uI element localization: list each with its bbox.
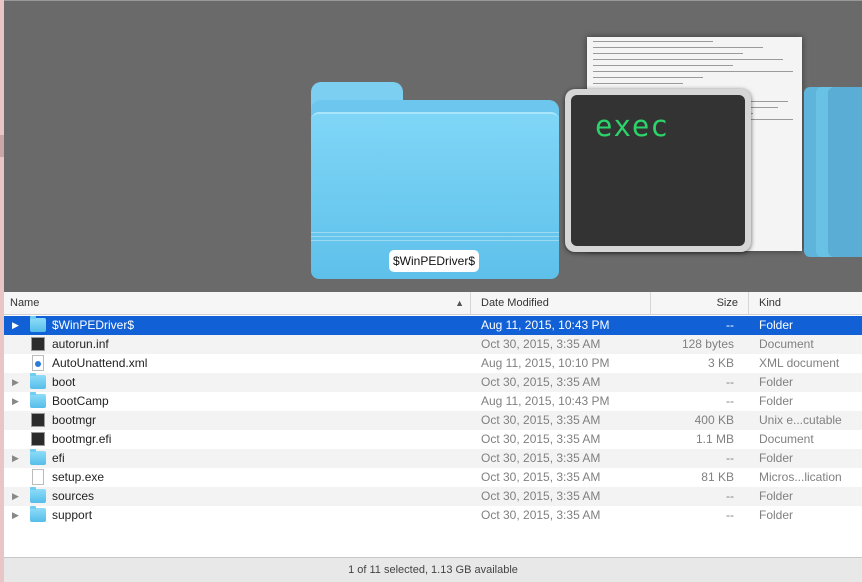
- stacked-folder-icon: [828, 87, 862, 257]
- file-size: --: [726, 318, 734, 332]
- folder-icon: [30, 487, 46, 503]
- status-text: 1 of 11 selected, 1.13 GB available: [348, 564, 518, 576]
- file-date-modified: Aug 11, 2015, 10:43 PM: [481, 394, 610, 408]
- file-kind: Folder: [759, 451, 794, 465]
- file-date-modified: Oct 30, 2015, 3:35 AM: [481, 413, 601, 427]
- file-date-modified: Oct 30, 2015, 3:35 AM: [481, 432, 601, 446]
- file-date-modified: Oct 30, 2015, 3:35 AM: [481, 508, 601, 522]
- file-kind: Folder: [759, 489, 794, 503]
- disclosure-triangle-icon[interactable]: ▶: [12, 373, 22, 392]
- file-row[interactable]: ▶ support Oct 30, 2015, 3:35 AM -- Folder: [4, 506, 862, 525]
- file-kind: XML document: [759, 356, 840, 370]
- file-name: support: [52, 508, 93, 522]
- file-name: autorun.inf: [52, 337, 109, 351]
- file-row[interactable]: ▶ efi Oct 30, 2015, 3:35 AM -- Folder: [4, 449, 862, 468]
- file-date-modified: Aug 11, 2015, 10:10 PM: [481, 356, 610, 370]
- column-size-label: Size: [716, 297, 738, 309]
- folder-stack-preview[interactable]: [804, 87, 862, 257]
- column-header-date[interactable]: Date Modified: [471, 292, 651, 314]
- file-size: --: [726, 375, 734, 389]
- exec-file-icon: [31, 337, 45, 351]
- exec-label: exec: [595, 109, 669, 143]
- file-kind: Folder: [759, 375, 794, 389]
- status-bar: 1 of 11 selected, 1.13 GB available: [4, 557, 862, 582]
- file-name: bootmgr: [52, 413, 97, 427]
- column-date-label: Date Modified: [481, 297, 549, 309]
- file-size: 128 bytes: [681, 337, 734, 351]
- disclosure-triangle-icon[interactable]: ▶: [12, 316, 22, 335]
- file-row[interactable]: setup.exe Oct 30, 2015, 3:35 AM 81 KB Micro…: [4, 468, 862, 487]
- file-row[interactable]: AutoUnattend.xml Aug 11, 2015, 10:10 PM 3 …: [4, 354, 862, 373]
- folder-icon: [30, 316, 46, 332]
- file-list: ▶ $WinPEDriver$ Aug 11, 2015, 10:43 PM -- Fo…: [4, 316, 862, 525]
- folder-icon: [30, 392, 46, 408]
- file-name: boot: [52, 375, 76, 389]
- file-row[interactable]: ▶ boot Oct 30, 2015, 3:35 AM -- Folder: [4, 373, 862, 392]
- file-size: --: [726, 394, 734, 408]
- file-kind: Folder: [759, 394, 794, 408]
- cover-flow-folder-label: $WinPEDriver$: [389, 250, 480, 272]
- file-size: 1.1 MB: [695, 432, 734, 446]
- xml-file-icon: [32, 355, 44, 371]
- file-date-modified: Aug 11, 2015, 10:43 PM: [481, 318, 610, 332]
- file-row[interactable]: ▶ $WinPEDriver$ Aug 11, 2015, 10:43 PM -- Fo…: [4, 316, 862, 335]
- file-kind: Document: [759, 337, 814, 351]
- file-row[interactable]: bootmgr Oct 30, 2015, 3:35 AM 400 KB Unix e…: [4, 411, 862, 430]
- file-size: 3 KB: [707, 356, 734, 370]
- file-name: AutoUnattend.xml: [52, 356, 148, 370]
- column-header-name[interactable]: Name ▲: [4, 292, 471, 314]
- file-name: BootCamp: [52, 394, 109, 408]
- file-row[interactable]: ▶ BootCamp Aug 11, 2015, 10:43 PM -- Folder: [4, 392, 862, 411]
- file-name: bootmgr.efi: [52, 432, 112, 446]
- disclosure-triangle-icon[interactable]: ▶: [12, 449, 22, 468]
- file-kind: Folder: [759, 508, 794, 522]
- folder-icon: [30, 373, 46, 389]
- folder-icon: [30, 506, 46, 522]
- cover-flow-view[interactable]: exec $WinPEDriver$: [4, 0, 862, 292]
- file-row[interactable]: autorun.inf Oct 30, 2015, 3:35 AM 128 byte…: [4, 335, 862, 354]
- file-size: 400 KB: [694, 413, 734, 427]
- disclosure-triangle-icon[interactable]: ▶: [12, 392, 22, 411]
- document-icon: [32, 469, 44, 485]
- column-name-label: Name: [10, 297, 40, 309]
- disclosure-triangle-icon[interactable]: ▶: [12, 506, 22, 525]
- column-header-size[interactable]: Size: [651, 292, 749, 314]
- file-date-modified: Oct 30, 2015, 3:35 AM: [481, 375, 601, 389]
- file-size: --: [726, 451, 734, 465]
- file-name: setup.exe: [52, 470, 105, 484]
- exec-file-icon: [31, 432, 45, 446]
- file-kind: Document: [759, 432, 814, 446]
- file-date-modified: Oct 30, 2015, 3:35 AM: [481, 470, 601, 484]
- exec-file-icon: [31, 413, 45, 427]
- sort-ascending-icon: ▲: [455, 298, 464, 308]
- file-kind: Folder: [759, 318, 794, 332]
- file-size: --: [726, 508, 734, 522]
- file-date-modified: Oct 30, 2015, 3:35 AM: [481, 451, 601, 465]
- file-kind: Micros...lication: [759, 470, 842, 484]
- exec-file-preview[interactable]: exec: [565, 89, 751, 252]
- column-header-row: Name ▲ Date Modified Size Kind: [4, 292, 862, 315]
- file-row[interactable]: bootmgr.efi Oct 30, 2015, 3:35 AM 1.1 MB Do…: [4, 430, 862, 449]
- folder-icon: [30, 449, 46, 465]
- file-kind: Unix e...cutable: [759, 413, 842, 427]
- file-name: efi: [52, 451, 65, 465]
- file-size: 81 KB: [701, 470, 734, 484]
- file-name: sources: [52, 489, 95, 503]
- file-date-modified: Oct 30, 2015, 3:35 AM: [481, 337, 601, 351]
- file-name: $WinPEDriver$: [52, 318, 135, 332]
- disclosure-triangle-icon[interactable]: ▶: [12, 487, 22, 506]
- column-kind-label: Kind: [759, 297, 782, 309]
- column-header-kind[interactable]: Kind: [749, 292, 862, 314]
- file-date-modified: Oct 30, 2015, 3:35 AM: [481, 489, 601, 503]
- file-row[interactable]: ▶ sources Oct 30, 2015, 3:35 AM -- Folder: [4, 487, 862, 506]
- file-size: --: [726, 489, 734, 503]
